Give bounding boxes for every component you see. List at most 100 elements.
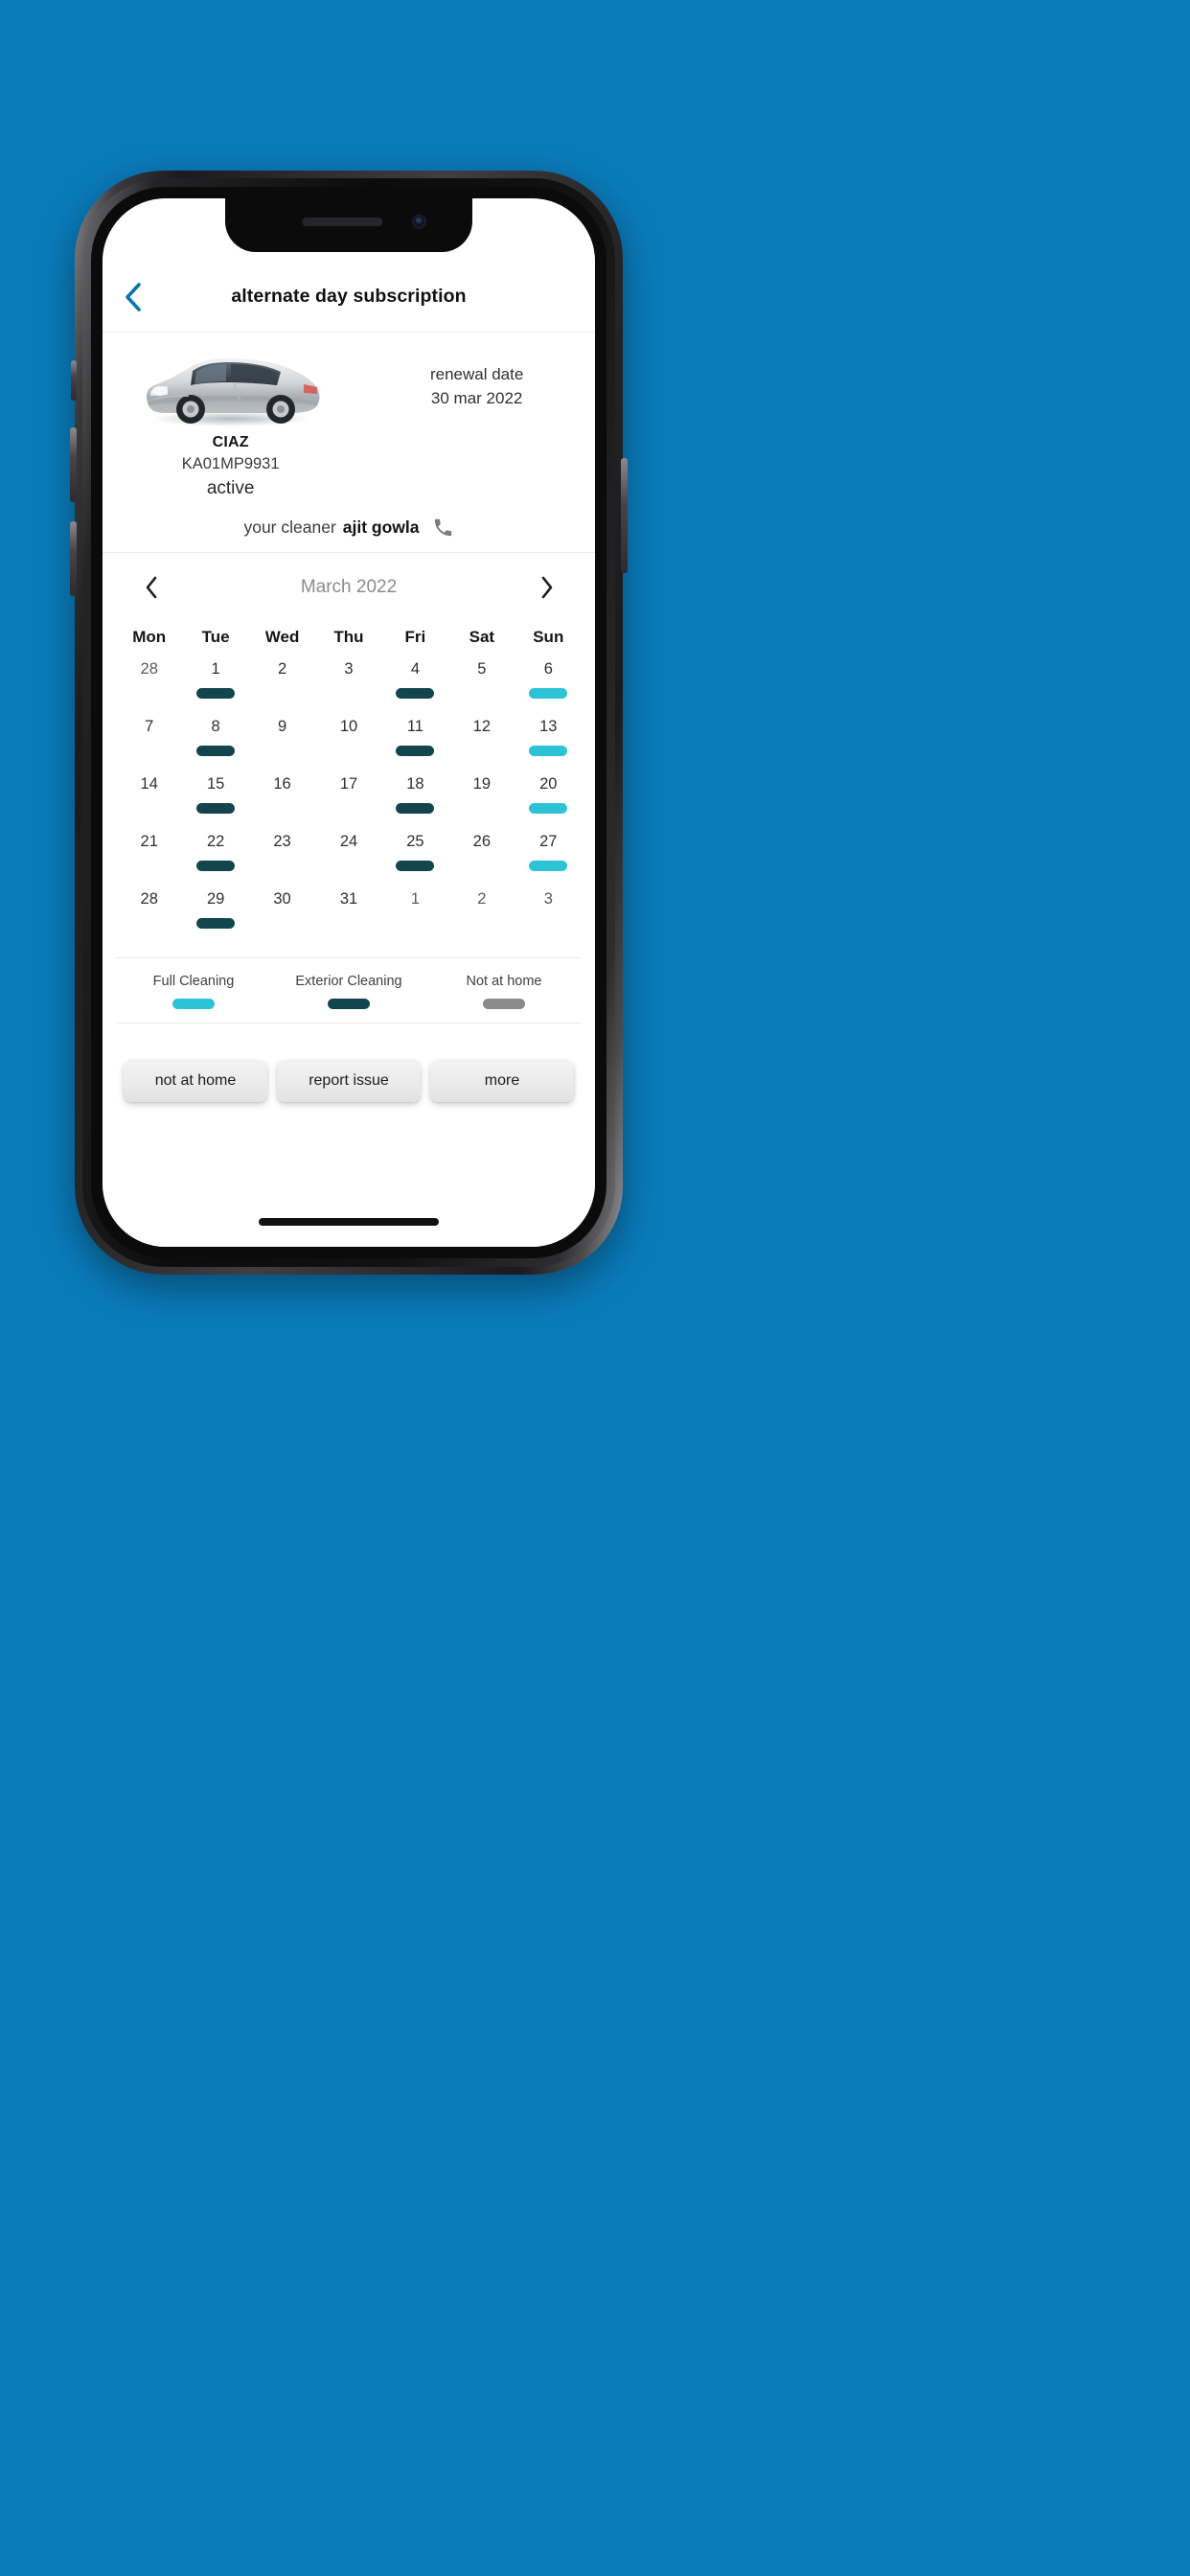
calendar-weekday-thu: Thu [333, 628, 364, 646]
silent-switch[interactable] [71, 360, 77, 401]
calendar-day-marker-none [130, 688, 169, 699]
legend-color-swatch [483, 999, 525, 1009]
calendar-day-marker-none [529, 918, 567, 929]
calendar-day-marker-none [130, 861, 169, 871]
phone-notch [225, 198, 472, 252]
calendar-day-cell[interactable]: 2 [448, 888, 515, 946]
volume-down-button[interactable] [70, 521, 77, 596]
calendar-day-cell[interactable]: 14 [116, 773, 182, 831]
calendar-day-number: 29 [206, 890, 225, 908]
calendar-day-cell[interactable]: 22 [182, 831, 248, 888]
action-button-row: not at home report issue more [103, 1024, 595, 1102]
calendar-day-cell[interactable]: 27 [515, 831, 582, 888]
calendar-day-marker-exterior [396, 802, 435, 814]
legend-item: Not at home [426, 974, 582, 1009]
calendar-day-cell[interactable]: 18 [382, 773, 448, 831]
calendar-day-cell[interactable]: 24 [315, 831, 381, 888]
report-issue-button[interactable]: report issue [277, 1060, 421, 1102]
next-month-button[interactable] [528, 569, 564, 606]
calendar-day-cell[interactable]: 1 [182, 658, 248, 716]
more-button[interactable]: more [430, 1060, 574, 1102]
calendar-day-marker-exterior [196, 917, 236, 929]
legend-label: Not at home [466, 974, 542, 989]
calendar-day-number: 1 [211, 660, 220, 678]
calendar-day-number: 14 [140, 775, 158, 793]
earpiece-speaker [302, 218, 383, 226]
calendar-day-cell[interactable]: 12 [448, 716, 515, 773]
renewal-date-value: 30 mar 2022 [430, 389, 523, 407]
calendar-day-marker-exterior [196, 860, 236, 871]
calendar-day-number: 20 [539, 775, 558, 793]
calendar-day-marker-none [463, 746, 501, 756]
back-button[interactable] [112, 276, 154, 318]
calendar-day-number: 3 [344, 660, 354, 678]
calendar-day-number: 2 [477, 890, 487, 908]
calendar-day-cell[interactable]: 3 [515, 888, 582, 946]
legend-item: Full Cleaning [116, 974, 271, 1009]
calendar-day-cell[interactable]: 5 [448, 658, 515, 716]
home-indicator[interactable] [259, 1218, 439, 1226]
calendar-day-cell[interactable]: 2 [249, 658, 315, 716]
prev-month-button[interactable] [133, 569, 170, 606]
calendar-day-marker-full [529, 745, 568, 756]
calendar-day-cell[interactable]: 20 [515, 773, 582, 831]
legend-color-swatch [328, 999, 370, 1009]
calendar-day-cell[interactable]: 3 [315, 658, 381, 716]
calendar-day-number: 7 [145, 718, 154, 735]
calendar-day-number: 5 [477, 660, 487, 678]
calendar-day-cell[interactable]: 10 [315, 716, 381, 773]
calendar-day-number: 17 [339, 775, 358, 793]
calendar-day-cell[interactable]: 21 [116, 831, 182, 888]
calendar-day-marker-none [463, 861, 501, 871]
calendar-day-cell[interactable]: 6 [515, 658, 582, 716]
phone-icon[interactable] [432, 517, 454, 539]
calendar-day-marker-full [529, 687, 568, 699]
calendar-day-cell[interactable]: 15 [182, 773, 248, 831]
phone-bezel: alternate day subscription CIAZ KA01MP99… [91, 187, 606, 1258]
volume-up-button[interactable] [70, 427, 77, 502]
not-at-home-button[interactable]: not at home [124, 1060, 267, 1102]
calendar-weekday-sat: Sat [469, 628, 495, 646]
calendar-day-cell[interactable]: 28 [116, 658, 182, 716]
screenshot-canvas: alternate day subscription CIAZ KA01MP99… [0, 0, 1190, 2576]
legend-item: Exterior Cleaning [271, 974, 426, 1009]
subscription-status: active [206, 478, 255, 498]
calendar-day-marker-none [263, 861, 302, 871]
calendar-day-cell[interactable]: 1 [382, 888, 448, 946]
calendar-day-marker-none [463, 803, 501, 814]
calendar-day-cell[interactable]: 4 [382, 658, 448, 716]
calendar-day-number: 22 [206, 833, 225, 850]
calendar-day-number: 9 [277, 718, 287, 735]
calendar-day-marker-none [263, 918, 302, 929]
calendar-day-cell[interactable]: 28 [116, 888, 182, 946]
calendar-day-cell[interactable]: 13 [515, 716, 582, 773]
calendar-day-marker-none [463, 918, 501, 929]
cleaner-name: ajit gowla [342, 518, 420, 537]
calendar-day-number: 19 [472, 775, 492, 793]
calendar-day-cell[interactable]: 25 [382, 831, 448, 888]
calendar-day-cell[interactable]: 7 [116, 716, 182, 773]
calendar-day-number: 21 [140, 833, 158, 850]
calendar-day-number: 8 [211, 718, 220, 735]
calendar-day-cell[interactable]: 23 [249, 831, 315, 888]
calendar-day-cell[interactable]: 26 [448, 831, 515, 888]
calendar-day-cell[interactable]: 9 [249, 716, 315, 773]
calendar-day-cell[interactable]: 11 [382, 716, 448, 773]
phone-screen: alternate day subscription CIAZ KA01MP99… [103, 198, 595, 1247]
calendar-day-number: 6 [543, 660, 553, 678]
subscription-summary-card: CIAZ KA01MP9931 active renewal date 30 m… [103, 333, 595, 553]
calendar-day-cell[interactable]: 16 [249, 773, 315, 831]
calendar-day-cell[interactable]: 30 [249, 888, 315, 946]
calendar-day-number: 31 [339, 890, 358, 908]
calendar-day-cell[interactable]: 8 [182, 716, 248, 773]
calendar-day-marker-exterior [396, 860, 435, 871]
calendar-day-cell[interactable]: 19 [448, 773, 515, 831]
power-button[interactable] [621, 458, 628, 573]
calendar-day-cell[interactable]: 17 [315, 773, 381, 831]
calendar-day-number: 11 [406, 718, 423, 735]
calendar-day-cell[interactable]: 31 [315, 888, 381, 946]
calendar-day-number: 13 [539, 718, 558, 735]
page-title: alternate day subscription [231, 286, 467, 307]
calendar-day-cell[interactable]: 29 [182, 888, 248, 946]
calendar-header: March 2022 [116, 553, 582, 622]
